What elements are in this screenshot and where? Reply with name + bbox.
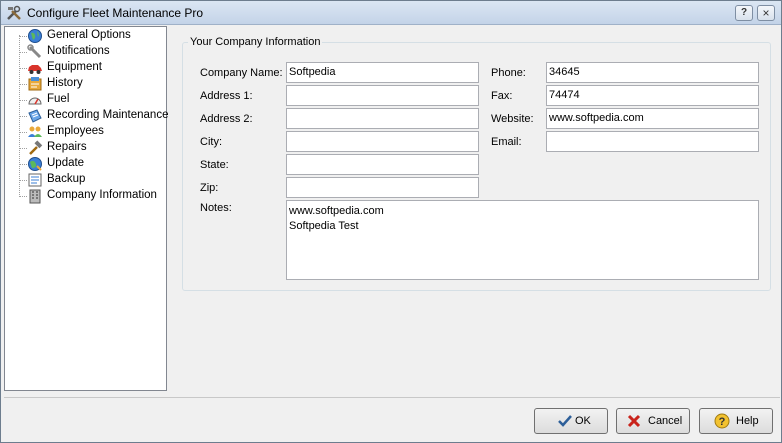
help-icon: ? [714, 413, 730, 429]
svg-text:?: ? [719, 416, 726, 428]
email-field[interactable] [546, 131, 759, 152]
tree-branch [19, 180, 27, 181]
tree-branch [19, 100, 27, 101]
fax-field[interactable]: 74474 [546, 85, 759, 106]
options-tree: General Options Notifications Equipment … [4, 26, 169, 391]
tree-label: Recording Maintenance [47, 109, 169, 121]
building-icon [29, 189, 41, 204]
address2-field[interactable] [286, 108, 479, 129]
checkmark-icon [558, 415, 572, 427]
phone-label: Phone: [491, 67, 526, 79]
tools-icon [7, 5, 21, 20]
tree-item-backup[interactable]: Backup [5, 172, 166, 188]
globe-update-icon [28, 157, 42, 171]
car-icon [28, 65, 42, 74]
tree-branch [19, 148, 27, 149]
title-help-button[interactable]: ? [735, 5, 753, 21]
tree-branch [19, 36, 27, 37]
cancel-label: Cancel [648, 415, 683, 427]
tree-label: Notifications [47, 45, 110, 57]
wrench-icon [27, 44, 42, 59]
tree-item-fuel[interactable]: Fuel [5, 92, 166, 108]
tree-item-notifications[interactable]: Notifications [5, 44, 166, 60]
fax-label: Fax: [491, 90, 513, 102]
ok-button[interactable]: OK [534, 408, 608, 434]
tree-label: Update [47, 157, 85, 169]
tree-label: Repairs [47, 141, 87, 153]
zip-field[interactable] [286, 177, 479, 198]
tree-item-recording-maintenance[interactable]: Recording Maintenance [5, 108, 169, 124]
tree-label: Backup [47, 173, 86, 185]
help-label: Help [736, 415, 759, 427]
tree-branch [19, 164, 27, 165]
state-field[interactable] [286, 154, 479, 175]
tree-item-general-options[interactable]: General Options [5, 28, 166, 44]
notebook-icon [28, 109, 42, 123]
city-field[interactable] [286, 131, 479, 152]
tree-label: Company Information [47, 189, 157, 201]
phone-field[interactable]: 34645 [546, 62, 759, 83]
tree-branch [19, 116, 27, 117]
window-title: Configure Fleet Maintenance Pro [27, 6, 204, 20]
tree-branch [19, 196, 27, 197]
tree-item-employees[interactable]: Employees [5, 124, 166, 140]
notes-line: www.softpedia.com [289, 205, 384, 217]
city-label: City: [200, 136, 222, 148]
tree-branch [19, 84, 27, 85]
website-label: Website: [491, 113, 534, 125]
globe-icon [28, 29, 42, 43]
tree-item-equipment[interactable]: Equipment [5, 60, 166, 76]
tree-branch [19, 132, 27, 133]
people-icon [28, 126, 42, 137]
fuel-gauge-icon [28, 97, 42, 105]
company-name-field[interactable]: Softpedia [286, 62, 479, 83]
address1-label: Address 1: [200, 90, 253, 102]
tree-item-update[interactable]: Update [5, 156, 166, 172]
state-label: State: [200, 159, 229, 171]
cancel-x-icon [627, 414, 641, 428]
notes-textarea[interactable]: www.softpedia.com Softpedia Test [286, 200, 759, 280]
website-field[interactable]: www.softpedia.com [546, 108, 759, 129]
ok-label: OK [575, 415, 591, 427]
tree-label: Fuel [47, 93, 70, 105]
tree-label: Employees [47, 125, 104, 137]
address2-label: Address 2: [200, 113, 253, 125]
tree-item-history[interactable]: History [5, 76, 166, 92]
tree-item-repairs[interactable]: Repairs [5, 140, 166, 156]
zip-label: Zip: [200, 182, 219, 194]
cancel-button[interactable]: Cancel [616, 408, 690, 434]
tree-label: History [47, 77, 83, 89]
tree-label: Equipment [47, 61, 102, 73]
help-button[interactable]: ? Help [699, 408, 773, 434]
configure-window: Configure Fleet Maintenance Pro ? × Gene… [0, 0, 782, 443]
footer-divider [4, 397, 780, 398]
title-close-button[interactable]: × [757, 5, 775, 21]
hammer-icon [29, 140, 43, 155]
tree-branch [19, 68, 27, 69]
backup-icon [28, 173, 42, 187]
notes-line: Softpedia Test [289, 220, 359, 232]
email-label: Email: [491, 136, 522, 148]
tree-label: General Options [47, 29, 131, 41]
company-name-label: Company Name: [200, 67, 283, 79]
address1-field[interactable] [286, 85, 479, 106]
group-title: Your Company Information [188, 36, 323, 48]
tree-branch [19, 52, 27, 53]
tree-item-company-information[interactable]: Company Information [5, 188, 166, 204]
title-bar: Configure Fleet Maintenance Pro ? × [1, 1, 781, 25]
history-icon [28, 77, 42, 91]
notes-label: Notes: [200, 202, 232, 214]
